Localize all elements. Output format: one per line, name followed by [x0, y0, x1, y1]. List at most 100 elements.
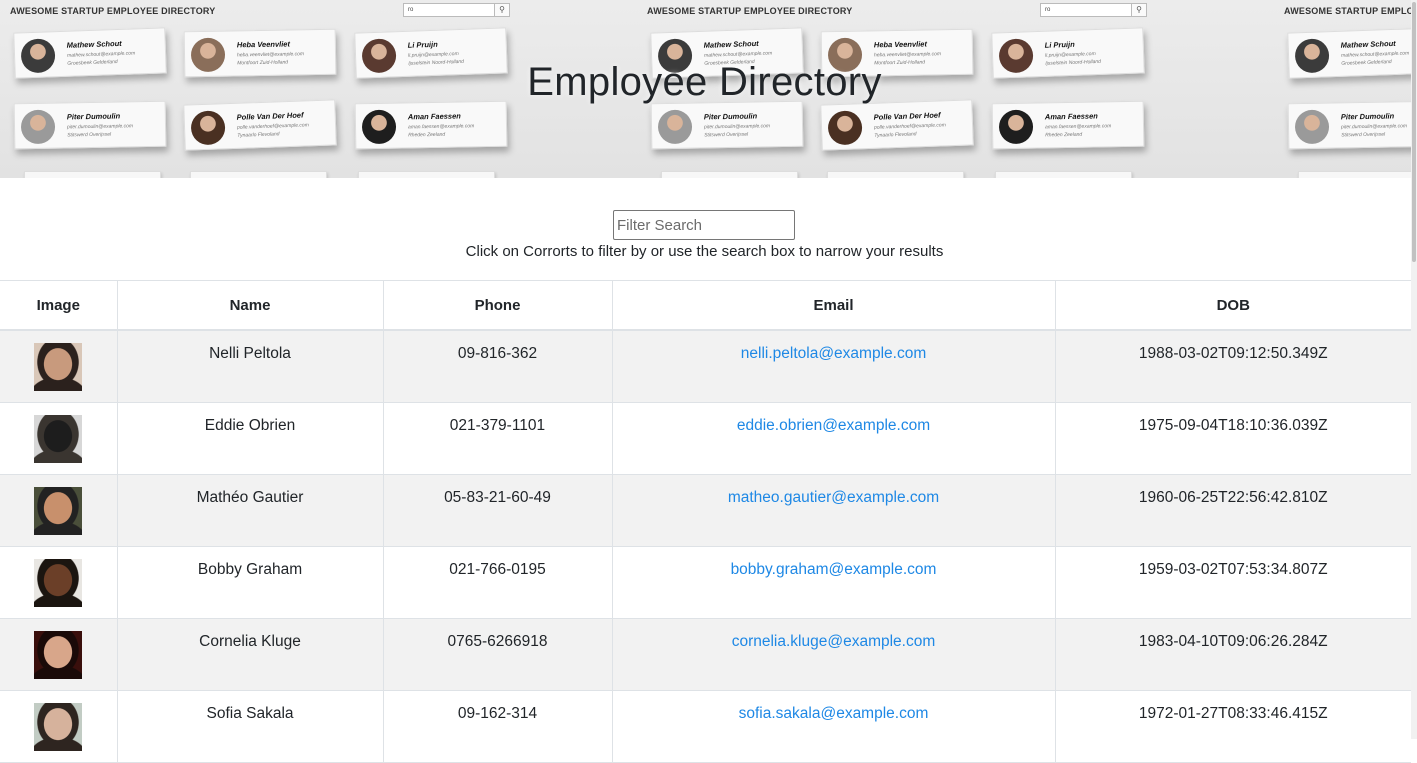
- table-row: Nelli Peltola 09-816-362 nelli.peltola@exa…: [0, 330, 1411, 403]
- banner-employee-card: Piter Dumoulin piter.dumoulin@example.com…: [1287, 100, 1417, 150]
- header-banner: AWESOME STARTUP EMPLOYEE DIRECTORY ro ⚲ Mat…: [0, 0, 1417, 178]
- cell-email: sofia.sakala@example.com: [611, 690, 1055, 763]
- email-link[interactable]: bobby.graham@example.com: [731, 561, 937, 578]
- banner-panel-title: AWESOME STARTUP EMPLOYEE DIRECTORY: [647, 6, 853, 16]
- cell-phone: 09-162-314: [382, 690, 612, 763]
- page-scrollbar[interactable]: [1411, 0, 1417, 739]
- banner-card-email: li.pruijn@example.com: [407, 51, 459, 59]
- banner-mini-search-icon: ⚲: [1131, 3, 1147, 17]
- cell-image: [0, 546, 117, 619]
- cell-dob: 1959-03-02T07:53:34.807Z: [1054, 546, 1411, 619]
- table-row: Eddie Obrien 021-379-1101 eddie.obrien@exa…: [0, 402, 1411, 475]
- banner-mini-search-icon: ⚲: [494, 3, 510, 17]
- banner-card-avatar: [361, 109, 397, 145]
- column-header-email[interactable]: Email: [611, 280, 1055, 331]
- banner-card-name: Mathew Schout: [1340, 38, 1396, 50]
- banner-card-email: piter.dumoulin@example.com: [703, 123, 771, 131]
- email-link[interactable]: eddie.obrien@example.com: [737, 417, 930, 434]
- cell-dob: 1975-09-04T18:10:36.039Z: [1054, 402, 1411, 475]
- banner-card-avatar: [827, 110, 863, 146]
- banner-card-name: Polle Van Der Hoef: [236, 110, 304, 122]
- cell-dob: 1972-01-27T08:33:46.415Z: [1054, 690, 1411, 763]
- banner-card-name: Aman Faessen: [407, 111, 461, 122]
- banner-card-peek: [827, 171, 964, 178]
- column-header-dob[interactable]: DOB: [1054, 280, 1411, 331]
- employee-photo: [34, 558, 83, 607]
- banner-card-email: piter.dumoulin@example.com: [66, 123, 134, 131]
- banner-card-avatar: [190, 110, 226, 146]
- email-link[interactable]: sofia.sakala@example.com: [739, 705, 929, 722]
- employee-table: Image Name Phone Email DOB Nelli Peltola…: [0, 280, 1411, 763]
- banner-card-location: Rheden Zeeland: [1045, 131, 1083, 139]
- search-instructions: Click on Corrorts to filter by or use th…: [465, 243, 944, 260]
- banner-employee-card: Aman Faessen aman.faessen@example.com Rhed…: [354, 100, 508, 150]
- email-link[interactable]: matheo.gautier@example.com: [728, 489, 939, 506]
- cell-phone: 0765-6266918: [382, 618, 612, 691]
- column-header-phone[interactable]: Phone: [382, 280, 612, 331]
- banner-card-location: Rheden Zeeland: [408, 131, 446, 139]
- email-link[interactable]: cornelia.kluge@example.com: [732, 633, 936, 650]
- cell-email: matheo.gautier@example.com: [611, 474, 1055, 547]
- banner-card-location: Tynaarlo Flevoland: [237, 131, 280, 139]
- banner-card-location: Tynaarlo Flevoland: [874, 131, 917, 139]
- banner-mini-search: ro: [1040, 3, 1134, 17]
- cell-name: Eddie Obrien: [116, 402, 383, 475]
- employee-photo: [34, 343, 83, 391]
- cell-name: Sofia Sakala: [116, 690, 383, 763]
- banner-card-name: Piter Dumoulin: [703, 111, 758, 122]
- banner-card-email: polle.vanderhoef@example.com: [236, 122, 309, 131]
- banner-card-email: mathew.schout@example.com: [703, 50, 773, 59]
- banner-card-name: Li Pruijn: [1044, 39, 1075, 50]
- banner-card-avatar: [20, 109, 56, 145]
- cell-phone: 021-379-1101: [382, 402, 612, 475]
- banner-card-location: Stitswerd Overijssel: [67, 131, 112, 139]
- cell-name: Mathéo Gautier: [116, 474, 383, 547]
- filter-search-input[interactable]: [613, 210, 795, 240]
- banner-card-name: Heba Veenvliet: [236, 39, 291, 50]
- banner-card-peek: [661, 171, 798, 178]
- banner-card-email: polle.vanderhoef@example.com: [873, 122, 946, 131]
- table-row: Bobby Graham 021-766-0195 bobby.graham@exa…: [0, 546, 1411, 619]
- banner-card-peek: [24, 171, 161, 178]
- column-header-name[interactable]: Name: [116, 280, 383, 331]
- cell-dob: 1988-03-02T09:12:50.349Z: [1054, 330, 1411, 403]
- cell-image: [0, 330, 117, 403]
- cell-email: cornelia.kluge@example.com: [611, 618, 1055, 691]
- table-row: Sofia Sakala 09-162-314 sofia.sakala@examp…: [0, 690, 1411, 763]
- scrollbar-thumb[interactable]: [1412, 2, 1416, 262]
- banner-card-avatar: [657, 109, 693, 145]
- cell-name: Bobby Graham: [116, 546, 383, 619]
- cell-email: nelli.peltola@example.com: [611, 330, 1055, 403]
- banner-card-peek: [358, 171, 495, 178]
- banner-card-peek: [1298, 171, 1417, 178]
- banner-card-name: Piter Dumoulin: [1340, 111, 1395, 122]
- banner-card-email: mathew.schout@example.com: [66, 50, 136, 59]
- banner-card-avatar: [1294, 109, 1330, 145]
- cell-image: [0, 474, 117, 547]
- cell-email: bobby.graham@example.com: [611, 546, 1055, 619]
- table-header-row: Image Name Phone Email DOB: [0, 280, 1411, 331]
- banner-employee-card: Polle Van Der Hoef polle.vanderhoef@examp…: [820, 99, 974, 151]
- banner-card-email: mathew.schout@example.com: [1340, 50, 1410, 59]
- banner-card-location: Stitswerd Overijssel: [1341, 131, 1386, 139]
- cell-image: [0, 690, 117, 763]
- table-row: Mathéo Gautier 05-83-21-60-49 matheo.gauti…: [0, 474, 1411, 547]
- cell-name: Nelli Peltola: [116, 330, 383, 403]
- banner-employee-card: Piter Dumoulin piter.dumoulin@example.com…: [13, 100, 167, 150]
- column-header-image[interactable]: Image: [0, 280, 117, 331]
- cell-dob: 1960-06-25T22:56:42.810Z: [1054, 474, 1411, 547]
- banner-card-name: Polle Van Der Hoef: [873, 110, 941, 122]
- banner-card-peek: [190, 171, 327, 178]
- banner-employee-card: Aman Faessen aman.faessen@example.com Rhed…: [991, 100, 1145, 150]
- banner-card-location: Stitswerd Overijssel: [704, 131, 749, 139]
- email-link[interactable]: nelli.peltola@example.com: [741, 345, 926, 362]
- cell-dob: 1983-04-10T09:06:26.284Z: [1054, 618, 1411, 691]
- cell-image: [0, 402, 117, 475]
- banner-panel-title: AWESOME STARTUP EMPLOYEE DIRECTORY: [10, 6, 216, 16]
- cell-image: [0, 618, 117, 691]
- banner-card-email: heba.veenvliet@example.com: [236, 51, 305, 59]
- cell-phone: 021-766-0195: [382, 546, 612, 619]
- banner-card-name: Mathew Schout: [66, 38, 122, 50]
- employee-photo: [34, 702, 83, 751]
- banner-mini-search: ro: [403, 3, 497, 17]
